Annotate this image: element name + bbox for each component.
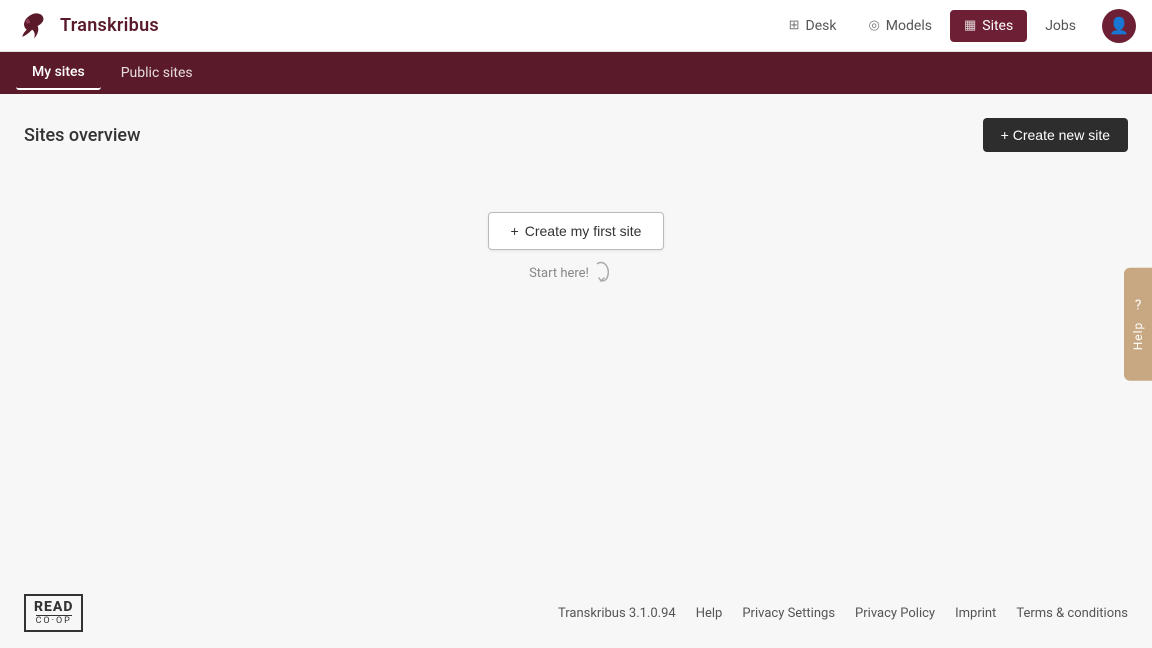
desk-icon: ⊞ [789,18,800,33]
public-sites-label: Public sites [121,65,193,81]
sub-navigation: My sites Public sites [0,52,1152,94]
page-header: Sites overview + Create new site [24,118,1128,152]
center-area: + Create my first site Start here! [24,212,1128,286]
footer: READ CO·OP Transkribus 3.1.0.94 Help Pri… [0,578,1152,648]
footer-link-imprint[interactable]: Imprint [955,606,996,621]
top-navigation: Transkribus ⊞ Desk ◎ Models ▦ Sites Jobs… [0,0,1152,52]
nav-item-models[interactable]: ◎ Models [854,10,946,42]
start-here-hint: Start here! [529,260,623,286]
transkribus-logo-icon [16,8,52,44]
coop-text: CO·OP [36,615,72,626]
page-title: Sites overview [24,125,140,146]
help-sidebar[interactable]: ? Help [1124,268,1152,381]
start-here-text: Start here! [529,266,589,281]
user-avatar[interactable]: 👤 [1102,9,1136,43]
sub-nav-item-my-sites[interactable]: My sites [16,56,101,90]
nav-label-jobs: Jobs [1045,18,1076,34]
footer-links: Transkribus 3.1.0.94 Help Privacy Settin… [558,606,1128,621]
main-content: Sites overview + Create new site + Creat… [0,94,1152,648]
create-first-site-button[interactable]: + Create my first site [488,212,665,250]
read-coop-logo: READ CO·OP [24,594,83,632]
my-sites-label: My sites [32,64,85,80]
nav-label-sites: Sites [982,18,1013,34]
sites-icon: ▦ [964,18,976,33]
create-first-site-label: Create my first site [525,223,642,239]
nav-label-models: Models [886,18,932,34]
models-icon: ◎ [868,18,879,33]
read-text: READ [34,600,73,614]
plus-icon: + [511,223,519,239]
curved-arrow-icon [595,260,623,286]
nav-items: ⊞ Desk ◎ Models ▦ Sites Jobs 👤 [775,9,1136,43]
footer-version: Transkribus 3.1.0.94 [558,606,676,621]
nav-item-jobs[interactable]: Jobs [1031,10,1090,42]
nav-item-desk[interactable]: ⊞ Desk [775,10,851,42]
footer-link-privacy-policy[interactable]: Privacy Policy [855,606,935,621]
footer-link-terms[interactable]: Terms & conditions [1016,606,1128,621]
nav-label-desk: Desk [806,18,837,34]
help-sidebar-label: Help [1131,322,1145,351]
help-question-icon: ? [1135,298,1142,314]
avatar-icon: 👤 [1109,16,1129,35]
nav-item-sites[interactable]: ▦ Sites [950,10,1027,42]
logo-area: Transkribus [16,8,775,44]
footer-link-privacy-settings[interactable]: Privacy Settings [742,606,835,621]
footer-link-help[interactable]: Help [696,606,723,621]
create-new-site-button[interactable]: + Create new site [983,118,1128,152]
logo-text: Transkribus [60,15,159,36]
sub-nav-item-public-sites[interactable]: Public sites [105,57,209,89]
